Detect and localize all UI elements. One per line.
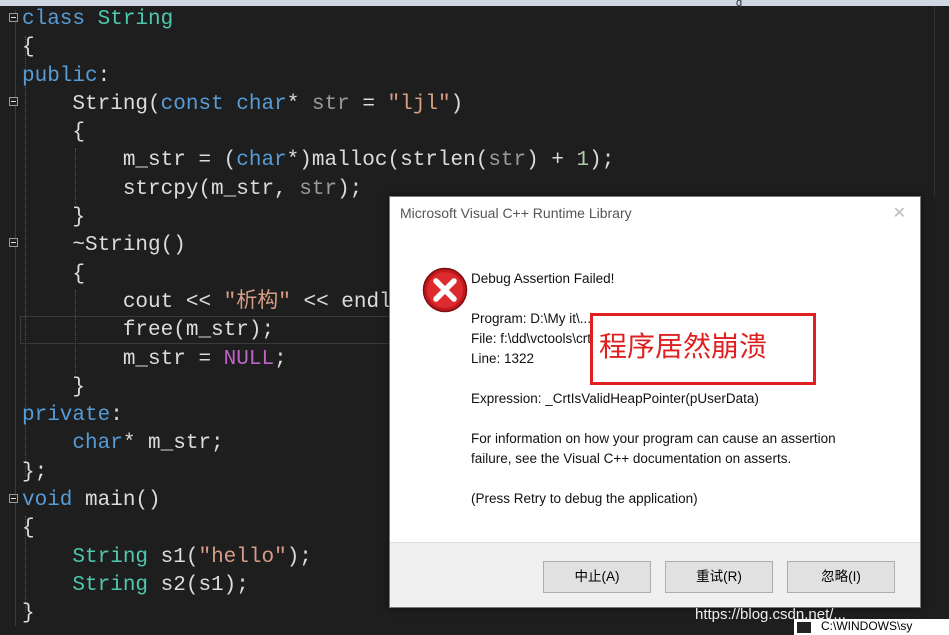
annotation-text: 程序居然崩溃 bbox=[599, 330, 768, 363]
line-number: Line: 1322 bbox=[471, 351, 535, 366]
code-token: main() bbox=[72, 489, 161, 513]
code-token: m_str = ( bbox=[122, 149, 237, 173]
code-token: = bbox=[349, 92, 388, 116]
dialog-button-bar: 中止(A) 重试(R) 忽略(I) bbox=[390, 542, 920, 607]
code-token: ( bbox=[148, 92, 161, 116]
type-name: String bbox=[72, 573, 149, 597]
taskbar-label: C:\WINDOWS\sy bbox=[821, 619, 913, 633]
type-name: String bbox=[72, 545, 149, 569]
assertion-heading: Debug Assertion Failed! bbox=[471, 271, 615, 286]
code-token: { bbox=[72, 262, 86, 286]
code-token: << endl; bbox=[290, 290, 405, 314]
fold-toggle-icon[interactable] bbox=[9, 494, 18, 503]
fold-toggle-icon[interactable] bbox=[9, 13, 18, 22]
info-text: failure, see the Visual C++ documentatio… bbox=[471, 451, 792, 466]
console-icon bbox=[797, 622, 811, 633]
code-token: { bbox=[22, 36, 35, 60]
code-token: }; bbox=[22, 460, 48, 484]
expression-text: Expression: _CrtIsValidHeapPointer(pUser… bbox=[471, 391, 759, 406]
retry-button[interactable]: 重试(R) bbox=[665, 561, 773, 593]
code-token: ); bbox=[286, 545, 312, 569]
code-token: ) + bbox=[526, 149, 577, 173]
ignore-button[interactable]: 忽略(I) bbox=[787, 561, 895, 593]
parameter: str bbox=[311, 92, 350, 116]
fold-toggle-icon[interactable] bbox=[9, 238, 18, 247]
keyword: public bbox=[22, 64, 98, 88]
keyword: const bbox=[160, 92, 224, 116]
string-literal: "析构" bbox=[223, 290, 291, 314]
code-token: *)malloc(strlen( bbox=[286, 149, 489, 173]
assertion-dialog[interactable]: Microsoft Visual C++ Runtime Library ✕ D… bbox=[389, 196, 921, 608]
code-token: * bbox=[286, 92, 312, 116]
code-token: } bbox=[72, 206, 86, 230]
code-token: ); bbox=[589, 149, 615, 173]
code-token: s2(s1); bbox=[148, 573, 249, 597]
error-icon bbox=[422, 267, 468, 313]
code-token: : bbox=[110, 404, 123, 428]
code-token: m_str = bbox=[122, 347, 224, 371]
code-line: m_str = (char*)malloc(strlen(str) + 1); bbox=[22, 147, 615, 175]
number-literal: 1 bbox=[576, 149, 590, 173]
code-line: { bbox=[22, 34, 614, 62]
abort-button[interactable]: 中止(A) bbox=[543, 561, 651, 593]
fold-toggle-icon[interactable] bbox=[9, 97, 18, 106]
close-icon[interactable]: ✕ bbox=[893, 203, 906, 223]
code-token: ); bbox=[337, 177, 363, 201]
parameter: str bbox=[299, 177, 338, 201]
code-line: class String bbox=[22, 6, 614, 34]
code-token: ) bbox=[450, 92, 464, 116]
keyword: char bbox=[236, 149, 287, 173]
keyword: char bbox=[72, 432, 123, 456]
string-literal: "hello" bbox=[198, 545, 287, 569]
taskbar-item[interactable]: C:\WINDOWS\sy bbox=[794, 619, 949, 635]
code-token: strcpy(m_str, bbox=[122, 177, 300, 201]
string-literal: "ljl" bbox=[387, 92, 451, 116]
code-line: { bbox=[22, 119, 614, 147]
annotation-box: 程序居然崩溃 bbox=[590, 313, 816, 385]
code-token: s1( bbox=[148, 545, 199, 569]
code-token: { bbox=[22, 517, 35, 541]
code-token: ~String() bbox=[72, 234, 186, 258]
type-name: String bbox=[97, 8, 174, 31]
keyword: void bbox=[22, 489, 73, 513]
parameter: str bbox=[488, 149, 527, 173]
keyword: class bbox=[22, 8, 98, 31]
code-token: } bbox=[72, 375, 86, 399]
code-token: ; bbox=[274, 347, 287, 371]
code-token: cout << bbox=[122, 290, 224, 314]
code-token: } bbox=[22, 602, 35, 626]
code-line: public: bbox=[22, 63, 614, 91]
dialog-title: Microsoft Visual C++ Runtime Library bbox=[400, 205, 632, 221]
code-token: : bbox=[97, 64, 111, 88]
code-token: String bbox=[72, 92, 149, 116]
code-token: * m_str; bbox=[122, 432, 224, 456]
info-text: For information on how your program can … bbox=[471, 431, 836, 446]
code-token: { bbox=[72, 121, 86, 145]
code-token: free(m_str); bbox=[122, 319, 275, 343]
retry-hint: (Press Retry to debug the application) bbox=[471, 491, 698, 506]
keyword: private bbox=[22, 404, 111, 428]
code-line: String(const char* str = "ljl") bbox=[22, 91, 614, 119]
macro: NULL bbox=[223, 347, 275, 371]
keyword: char bbox=[236, 92, 287, 116]
